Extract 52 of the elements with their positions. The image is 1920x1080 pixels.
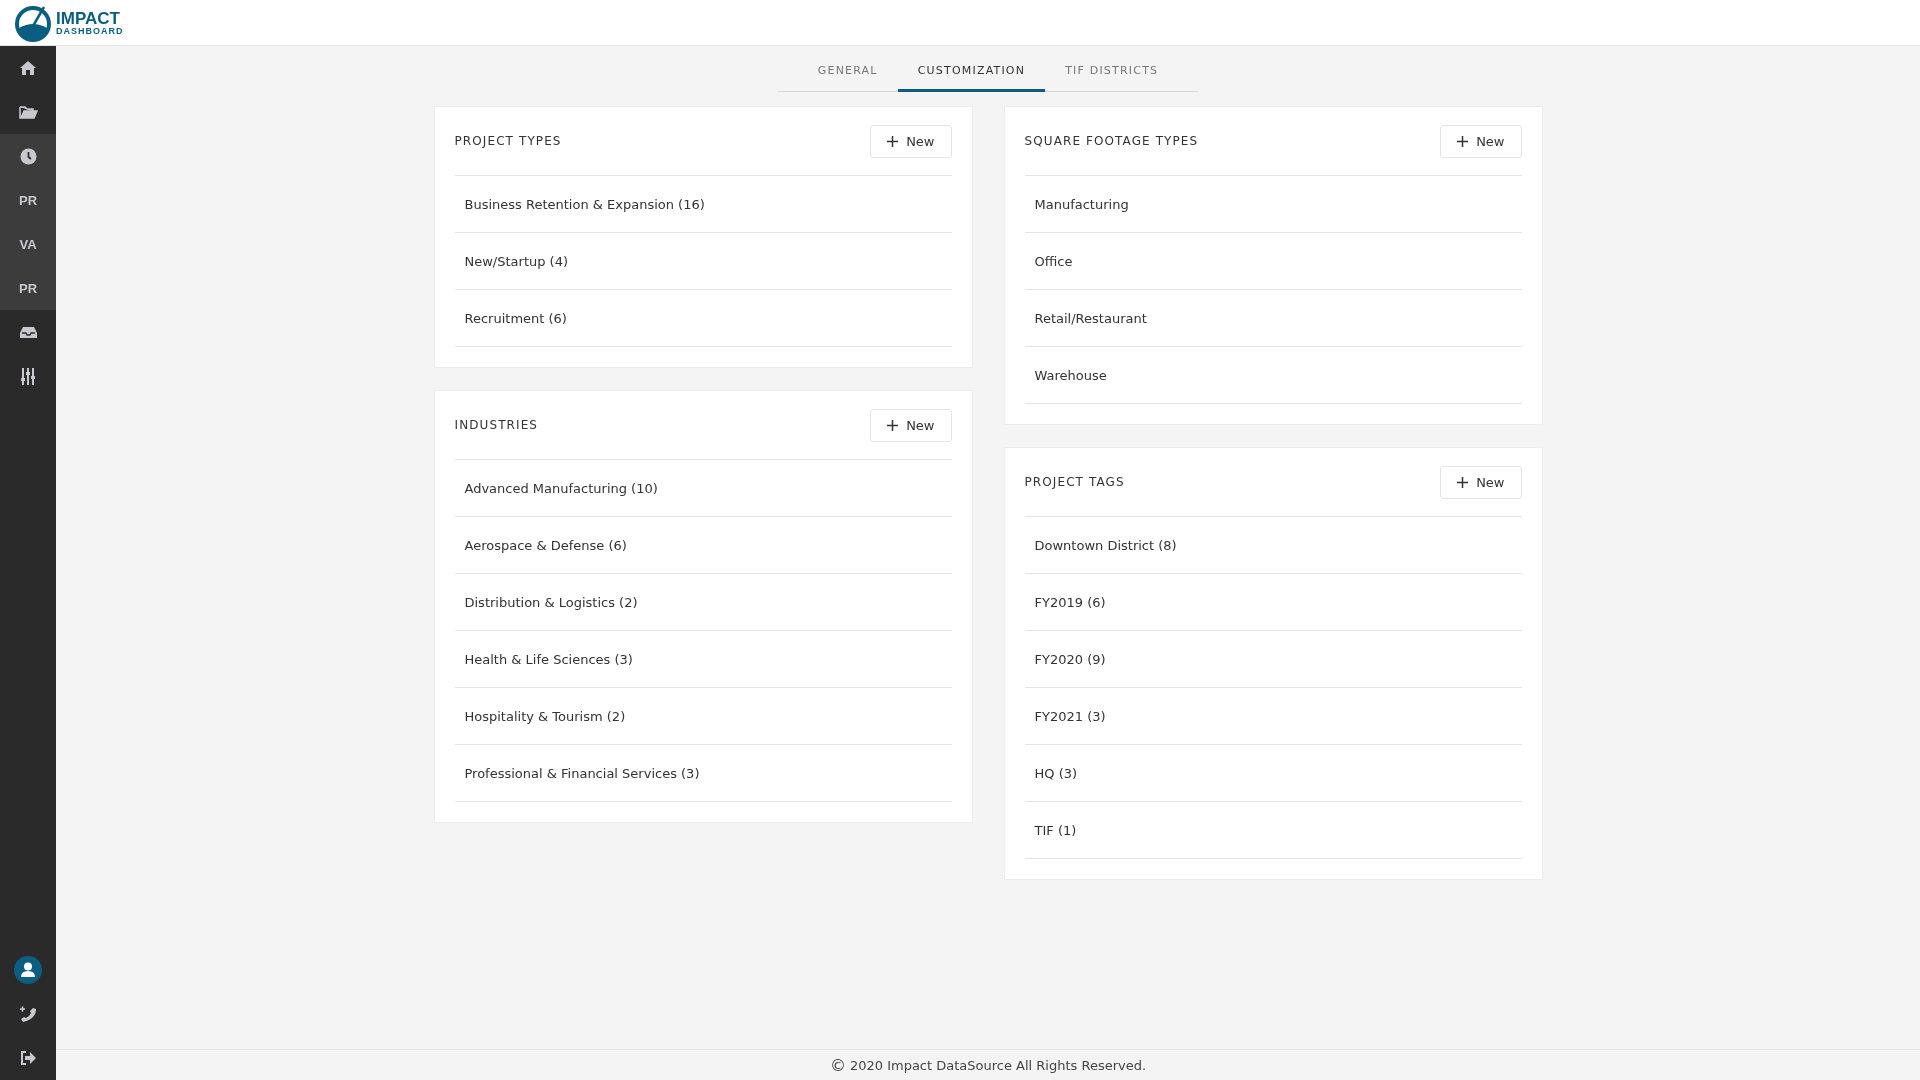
- list-item[interactable]: Downtown District (8): [1024, 517, 1522, 574]
- list-item[interactable]: Professional & Financial Services (3): [454, 745, 952, 802]
- sidebar-item[interactable]: PR: [0, 178, 56, 222]
- list-item[interactable]: HQ (3): [1024, 745, 1522, 802]
- copyright-symbol: ©: [829, 1055, 846, 1075]
- list-item[interactable]: FY2020 (9): [1024, 631, 1522, 688]
- sidebar-item[interactable]: [0, 134, 56, 178]
- new-button[interactable]: New: [1440, 124, 1522, 158]
- sidebar-item[interactable]: VA: [0, 222, 56, 266]
- plus-icon: [887, 419, 899, 431]
- new-button[interactable]: New: [1440, 465, 1522, 499]
- list-item[interactable]: Recruitment (6): [454, 290, 952, 347]
- folder-icon: [18, 105, 38, 119]
- list-item[interactable]: FY2019 (6): [1024, 574, 1522, 631]
- tab[interactable]: GENERAL: [797, 46, 898, 92]
- list-item[interactable]: Health & Life Sciences (3): [454, 631, 952, 688]
- card-title: SQUARE FOOTAGE TYPES: [1024, 134, 1199, 148]
- plus-icon: [1457, 476, 1469, 488]
- home-icon: [19, 60, 37, 76]
- list-item[interactable]: Hospitality & Tourism (2): [454, 688, 952, 745]
- list-item[interactable]: Manufacturing: [1024, 176, 1522, 233]
- card-title: PROJECT TYPES: [454, 134, 562, 148]
- tab[interactable]: CUSTOMIZATION: [897, 46, 1046, 92]
- list-item[interactable]: Distribution & Logistics (2): [454, 574, 952, 631]
- list-item[interactable]: Business Retention & Expansion (16): [454, 176, 952, 233]
- logo-title: IMPACT: [56, 9, 121, 27]
- list-item[interactable]: TIF (1): [1024, 802, 1522, 859]
- phone-plus-icon: [19, 1005, 37, 1023]
- card-title: PROJECT TAGS: [1024, 475, 1125, 489]
- plus-icon: [1457, 135, 1469, 147]
- list-item[interactable]: FY2021 (3): [1024, 688, 1522, 745]
- new-button[interactable]: New: [870, 124, 952, 158]
- clock-icon: [19, 147, 37, 165]
- list-item[interactable]: New/Startup (4): [454, 233, 952, 290]
- logo[interactable]: IMPACT DASHBOARD: [14, 3, 124, 42]
- list-item[interactable]: Retail/Restaurant: [1024, 290, 1522, 347]
- tab[interactable]: TIF DISTRICTS: [1045, 46, 1179, 92]
- list-item[interactable]: Warehouse: [1024, 347, 1522, 404]
- list-item[interactable]: Aerospace & Defense (6): [454, 517, 952, 574]
- list-item[interactable]: Advanced Manufacturing (10): [454, 460, 952, 517]
- user-icon: [14, 956, 42, 984]
- logo-subtitle: DASHBOARD: [56, 26, 124, 36]
- inbox-icon: [18, 325, 38, 339]
- footer-text: 2020 Impact DataSource All Rights Reserved.: [849, 1057, 1147, 1073]
- list-item[interactable]: Office: [1024, 233, 1522, 290]
- sliders-icon: [21, 367, 35, 385]
- card-title: INDUSTRIES: [454, 418, 539, 432]
- sidebar-item[interactable]: PR: [0, 266, 56, 310]
- new-button[interactable]: New: [870, 408, 952, 442]
- sign-out-icon: [19, 1051, 37, 1065]
- plus-icon: [887, 135, 899, 147]
- gauge-logo-icon: [14, 3, 52, 42]
